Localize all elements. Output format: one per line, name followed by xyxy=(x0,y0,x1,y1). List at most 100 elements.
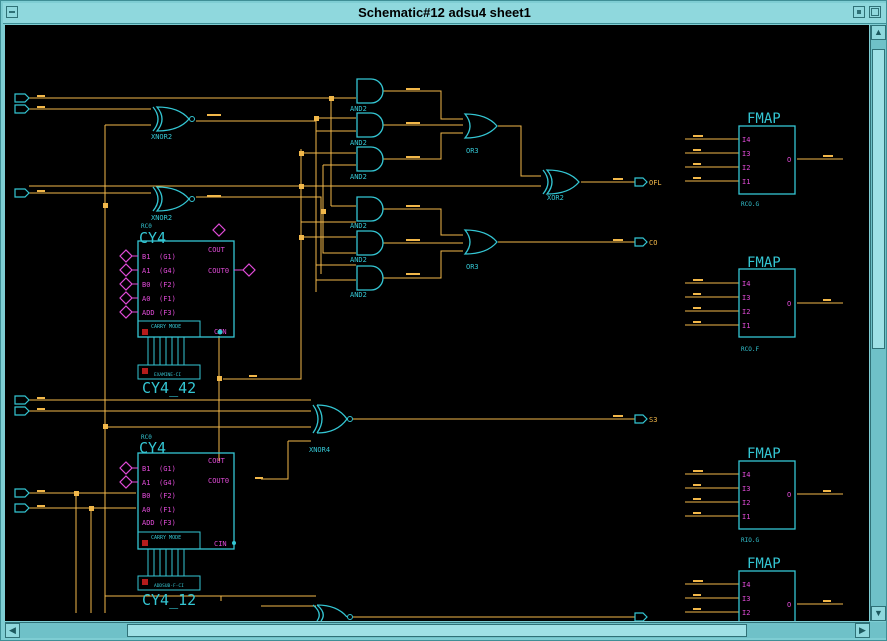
cy4-cout: COUT xyxy=(208,246,226,254)
cy4-pin: B0 xyxy=(142,492,150,500)
scroll-down-icon[interactable]: ▼ xyxy=(871,606,886,621)
fmap-1[interactable]: FMAP I4 I3 I2 I1 O RCO.G xyxy=(738,111,796,208)
cy4-pin-alias: (F3) xyxy=(159,519,176,527)
output-port[interactable] xyxy=(634,612,648,621)
fmap-out: O xyxy=(787,491,791,499)
fmap-pin: I1 xyxy=(742,178,750,186)
minimize-icon[interactable] xyxy=(853,6,865,18)
schematic-canvas[interactable]: OFL CO S3 XNOR2 XNOR2 AND2 AND2 AND2 AND… xyxy=(5,25,869,621)
cy4-pin: ADD xyxy=(142,519,155,527)
scroll-up-icon[interactable]: ▲ xyxy=(871,25,886,40)
fmap-pin: I4 xyxy=(742,136,750,144)
cy4-pin-alias: (G4) xyxy=(159,267,176,275)
cy4-cout0: COUT0 xyxy=(208,477,229,485)
gate-label: AND2 xyxy=(350,291,367,299)
cy4-name: CY4_12 xyxy=(142,591,196,609)
input-ports xyxy=(14,93,30,513)
fmap-pin: I2 xyxy=(742,609,750,617)
gate-label: XOR2 xyxy=(547,194,564,202)
port-label-co: CO xyxy=(649,239,657,247)
input-port[interactable] xyxy=(14,503,30,513)
mode-name: ADDSUB-F-CI xyxy=(154,583,184,589)
pin-diamond xyxy=(119,291,133,305)
cy4-pin: A1 xyxy=(142,479,150,487)
fmap-pin: I3 xyxy=(742,294,750,302)
cy4-block-bottom[interactable]: RC0 CY4 B1 A1 B0 A0 ADD (G1) (G4) (F2) (… xyxy=(119,434,236,609)
fmap-instance: RIO.G xyxy=(741,537,759,544)
gate-xnor4[interactable]: XNOR4 xyxy=(309,404,353,454)
cy4-pin: A0 xyxy=(142,506,150,514)
cin-dot xyxy=(232,541,236,545)
gate-label: OR3 xyxy=(466,263,479,271)
gate-label: AND2 xyxy=(350,105,367,113)
gate-label: AND2 xyxy=(350,222,367,230)
fmap-pin: I3 xyxy=(742,595,750,603)
gate-xnor-top[interactable]: XNOR2 xyxy=(151,106,195,141)
fmap-pin: I2 xyxy=(742,308,750,316)
scroll-right-icon[interactable]: ▶ xyxy=(855,623,870,638)
mode-name: EXAMINE-CI xyxy=(154,372,181,378)
cy4-pin-alias: (F1) xyxy=(159,506,176,514)
input-port[interactable] xyxy=(14,406,30,416)
scroll-corner xyxy=(870,622,886,638)
cy4-pin-alias: (G1) xyxy=(159,253,176,261)
output-port-co[interactable] xyxy=(634,237,648,247)
output-port-ofl[interactable] xyxy=(634,177,648,187)
fmap-title: FMAP xyxy=(747,446,781,462)
gate-and-5[interactable]: AND2 xyxy=(350,230,384,264)
gate-and-3[interactable]: AND2 xyxy=(350,146,384,181)
input-port[interactable] xyxy=(14,93,30,103)
gate-label: AND2 xyxy=(350,139,367,147)
cy4-pin: B0 xyxy=(142,281,150,289)
fmap-4[interactable]: FMAP I4 I3 I2 O xyxy=(738,556,796,621)
fmap-out: O xyxy=(787,601,791,609)
gate-and-4[interactable]: AND2 xyxy=(350,196,384,230)
input-port[interactable] xyxy=(14,188,30,198)
title-bar[interactable]: Schematic#12 adsu4 sheet1 xyxy=(3,3,886,24)
cy4-cout: COUT xyxy=(208,457,226,465)
horizontal-scrollbar[interactable]: ◀ ▶ xyxy=(5,622,870,638)
cy4-title: CY4 xyxy=(139,229,166,247)
input-port[interactable] xyxy=(14,488,30,498)
fmap-pin: I2 xyxy=(742,499,750,507)
pin-diamond xyxy=(119,263,133,277)
horizontal-scroll-thumb[interactable] xyxy=(127,624,747,637)
scroll-left-icon[interactable]: ◀ xyxy=(5,623,20,638)
vertical-scrollbar[interactable]: ▲ ▼ xyxy=(870,25,886,621)
mode-indicator xyxy=(142,579,148,585)
pin-diamond xyxy=(119,249,133,263)
gate-label: AND2 xyxy=(350,256,367,264)
cy4-pin: B1 xyxy=(142,253,150,261)
fmap-pin: I2 xyxy=(742,164,750,172)
cy4-pin: A0 xyxy=(142,295,150,303)
fmap-3[interactable]: FMAP I4 I3 I2 I1 O RIO.G xyxy=(738,446,796,544)
maximize-icon[interactable] xyxy=(869,6,881,18)
gate-xnor-mid[interactable]: XNOR2 xyxy=(151,186,195,222)
gate-or-bot[interactable]: OR3 xyxy=(464,229,498,271)
pin-diamond xyxy=(212,223,226,237)
gate-label: XNOR2 xyxy=(151,214,172,222)
fmap-title: FMAP xyxy=(747,556,781,572)
vertical-scroll-thumb[interactable] xyxy=(872,49,885,349)
input-port[interactable] xyxy=(14,395,30,405)
junctions xyxy=(74,96,334,511)
pin-diamond xyxy=(119,277,133,291)
gate-and-6[interactable]: AND2 xyxy=(350,265,384,299)
gate-xor-out[interactable]: XOR2 xyxy=(542,169,580,202)
gate-and-1[interactable]: AND2 xyxy=(350,78,384,113)
cy4-block-top[interactable]: RC0 CY4 B1 A1 B0 A0 ADD (G1) (G4) (F2) (… xyxy=(119,223,256,397)
cy4-pin: ADD xyxy=(142,309,155,317)
output-port-s3[interactable] xyxy=(634,414,648,424)
fmap-pin: I1 xyxy=(742,322,750,330)
gate-or-top[interactable]: OR3 xyxy=(464,113,498,155)
port-label-s3: S3 xyxy=(649,416,657,424)
fmap-pin: I3 xyxy=(742,485,750,493)
cy4-pin-alias: (F3) xyxy=(159,309,176,317)
pin-diamond xyxy=(119,305,133,319)
cy4-pin: A1 xyxy=(142,267,150,275)
gate-label: XNOR2 xyxy=(151,133,172,141)
gate-bottom-partial[interactable] xyxy=(312,604,353,621)
input-port[interactable] xyxy=(14,104,30,114)
fmap-2[interactable]: FMAP I4 I3 I2 I1 O RCO.F xyxy=(738,255,796,353)
cy4-pin-alias: (F2) xyxy=(159,492,176,500)
